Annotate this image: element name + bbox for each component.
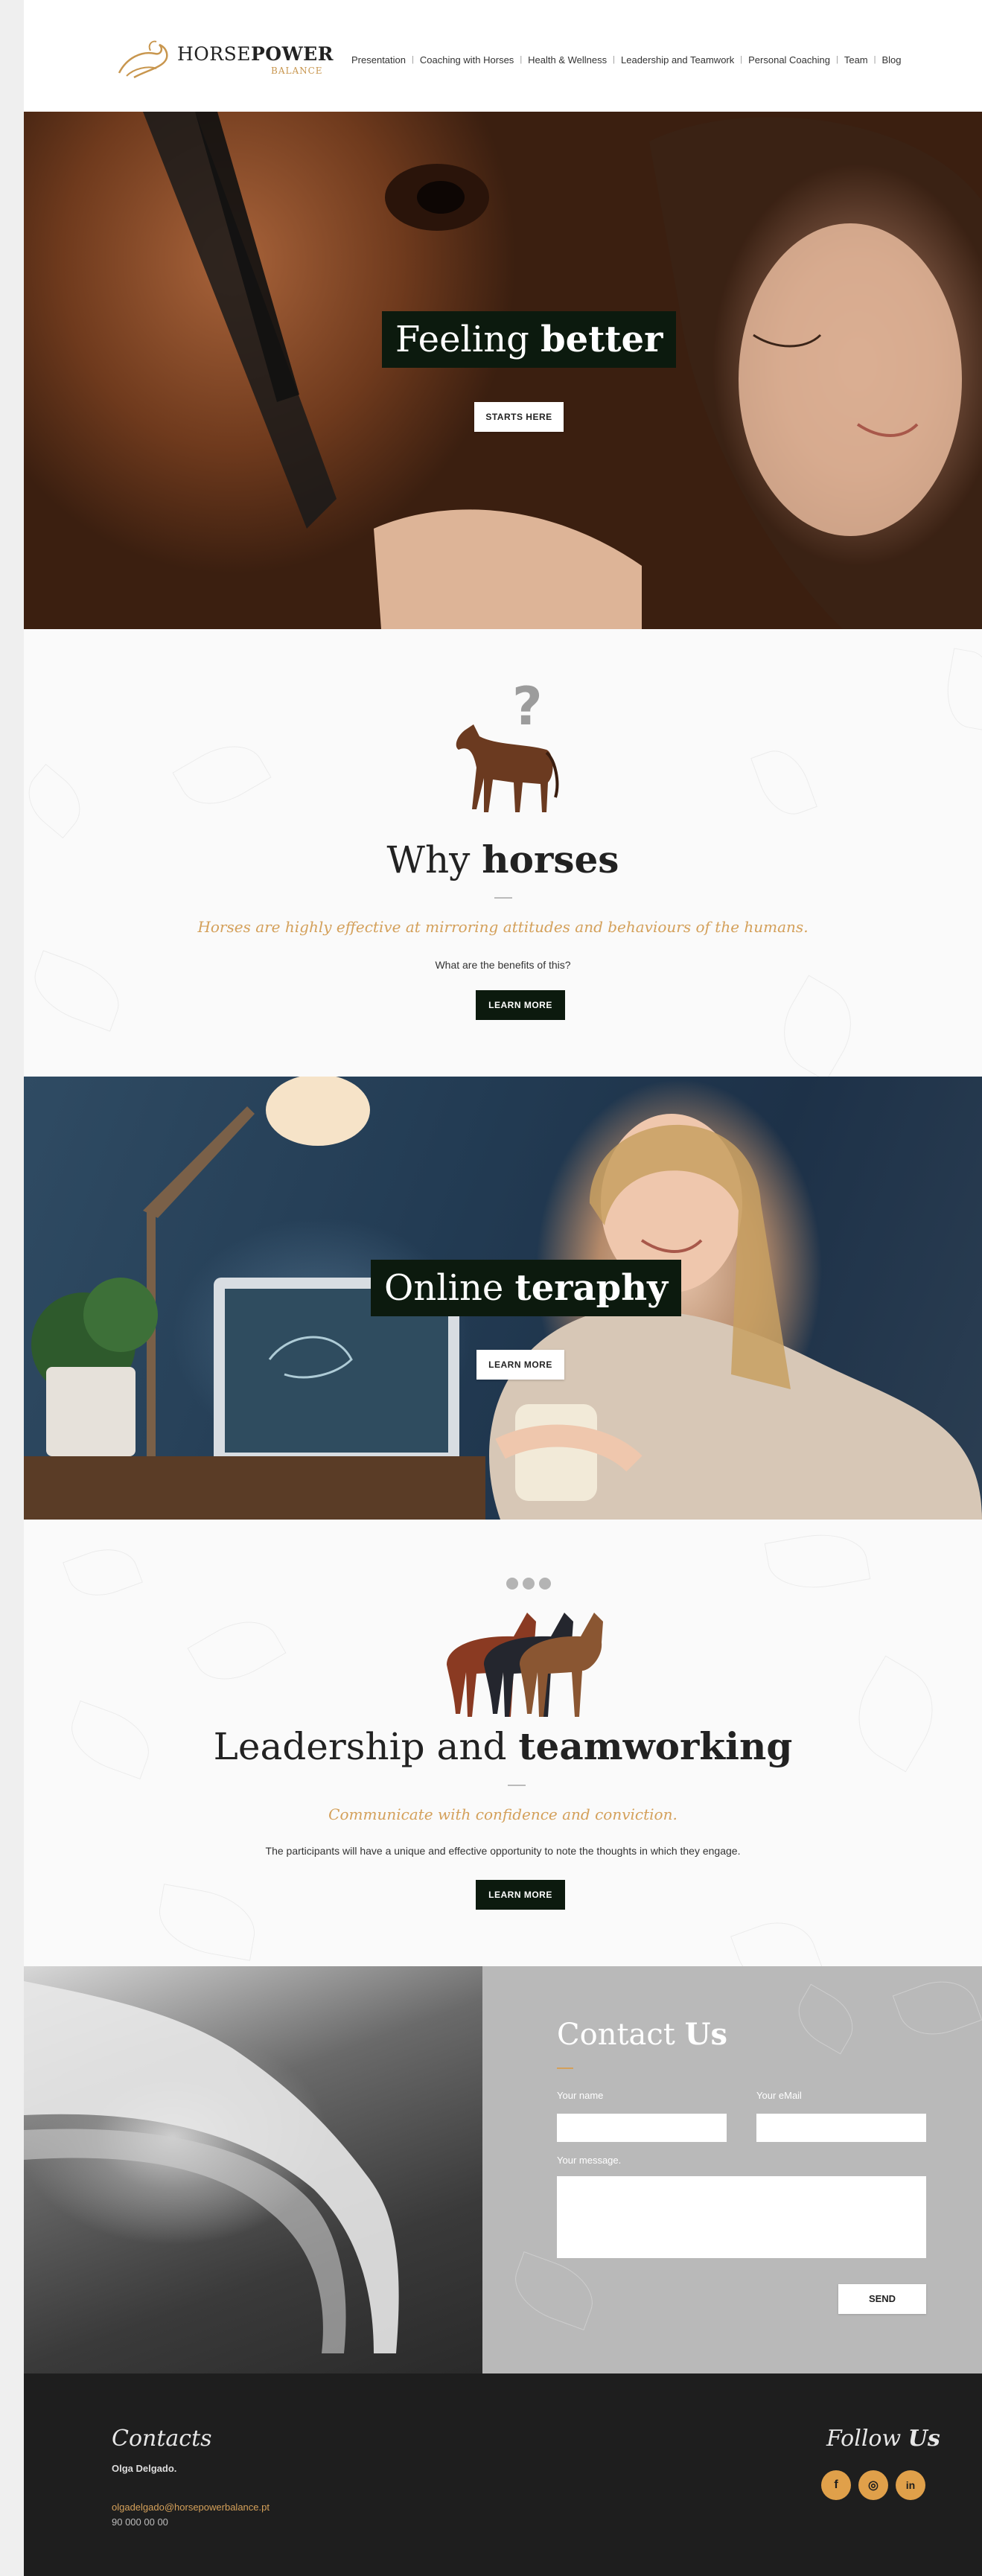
name-field[interactable] — [557, 2114, 727, 2142]
leaf-decoration — [764, 1526, 871, 1596]
section-leadership: Leadership and teamworking Communicate w… — [24, 1520, 982, 1966]
leaf-decoration — [730, 1910, 823, 1966]
section-why-horses: ? Why horses Horses are highly effective… — [24, 629, 982, 1077]
nav-item-health-wellness[interactable]: Health & Wellness — [528, 54, 607, 66]
contact-person: Olga Delgado. — [112, 2463, 177, 2474]
horse-question-icon: ? — [456, 678, 559, 812]
hero-feeling-better: Feeling better STARTS HERE — [24, 112, 982, 629]
logo[interactable]: HORSEPOWER BALANCE — [112, 36, 333, 83]
title-divider — [494, 897, 512, 899]
why-horses-learn-more-button[interactable]: LEARN MORE — [476, 990, 565, 1020]
contacts-title: Contacts — [112, 2426, 212, 2452]
page: HORSEPOWER BALANCE Presentation | Coachi… — [24, 0, 982, 2576]
online-therapy-learn-more-button[interactable]: LEARN MORE — [476, 1350, 564, 1380]
hero-online-therapy: Online teraphy LEARN MORE — [24, 1077, 982, 1520]
instagram-icon[interactable]: ◎ — [858, 2470, 888, 2500]
svg-text:?: ? — [512, 678, 543, 737]
why-horses-description: What are the benefits of this? — [435, 959, 571, 971]
follow-us-title: Follow Us — [826, 2426, 940, 2452]
nav-item-blog[interactable]: Blog — [882, 54, 902, 66]
three-horses-icon — [447, 1578, 603, 1717]
nav-item-personal-coaching[interactable]: Personal Coaching — [748, 54, 830, 66]
starts-here-button[interactable]: STARTS HERE — [474, 402, 564, 432]
leaf-decoration — [506, 2251, 602, 2330]
nav-item-coaching-with-horses[interactable]: Coaching with Horses — [420, 54, 514, 66]
name-label: Your name — [557, 2090, 604, 2101]
linkedin-icon[interactable]: in — [896, 2470, 925, 2500]
message-label: Your message. — [557, 2155, 622, 2166]
leaf-decoration — [187, 1606, 287, 1695]
facebook-icon[interactable]: f — [821, 2470, 851, 2500]
email-field[interactable] — [756, 2114, 926, 2142]
hero-title: Feeling better — [382, 311, 677, 368]
site-footer: Contacts Olga Delgado. olgadelgado@horse… — [24, 2373, 982, 2576]
hero-photo-horse-woman — [143, 112, 982, 629]
why-horses-tagline: Horses are highly effective at mirroring… — [197, 918, 809, 936]
horse-logo-icon — [118, 40, 168, 79]
contact-photo-hand-on-horse — [24, 1966, 482, 2373]
contact-email-link[interactable]: olgadelgado@horsepowerbalance.pt — [112, 2502, 270, 2513]
nav-item-team[interactable]: Team — [844, 54, 868, 66]
hero-title: Online teraphy — [371, 1260, 681, 1316]
why-horses-title: Why horses — [386, 838, 619, 881]
contact-phone: 90 000 00 00 — [112, 2516, 168, 2528]
contact-form-panel: Contact Us Your name Your eMail Your mes… — [482, 1966, 982, 2373]
nav-item-presentation[interactable]: Presentation — [351, 54, 406, 66]
brand-name: HORSEPOWER — [177, 43, 334, 65]
nav-item-leadership-teamwork[interactable]: Leadership and Teamwork — [621, 54, 734, 66]
leaf-decoration — [767, 975, 868, 1077]
contact-title: Contact Us — [557, 2017, 727, 2052]
nav-separator: | — [412, 55, 414, 64]
nav-separator: | — [520, 55, 523, 64]
nav-separator: | — [873, 55, 876, 64]
leadership-learn-more-button[interactable]: LEARN MORE — [476, 1880, 565, 1910]
leadership-tagline: Communicate with confidence and convicti… — [328, 1805, 677, 1823]
leadership-description: The participants will have a unique and … — [265, 1845, 741, 1857]
leaf-decoration — [892, 1969, 982, 2047]
leaf-decoration — [787, 1983, 864, 2055]
title-divider — [508, 1785, 526, 1786]
leaf-decoration — [24, 763, 93, 839]
message-field[interactable] — [557, 2176, 926, 2258]
leaf-decoration — [63, 1539, 143, 1606]
leadership-title: Leadership and teamworking — [213, 1724, 793, 1768]
send-button[interactable]: SEND — [838, 2284, 926, 2314]
nav-separator: | — [835, 55, 838, 64]
brand-subtitle: BALANCE — [271, 66, 323, 76]
site-header: HORSEPOWER BALANCE Presentation | Coachi… — [24, 0, 982, 112]
nav-separator: | — [740, 55, 743, 64]
main-nav: Presentation | Coaching with Horses | He… — [351, 52, 902, 67]
email-label: Your eMail — [756, 2090, 802, 2101]
leaf-decoration — [750, 742, 817, 823]
leaf-decoration — [153, 1884, 261, 1961]
hand-image — [24, 1981, 399, 2353]
title-divider — [557, 2068, 573, 2069]
nav-separator: | — [613, 55, 616, 64]
leaf-decoration — [940, 648, 982, 731]
leaf-decoration — [172, 730, 272, 820]
